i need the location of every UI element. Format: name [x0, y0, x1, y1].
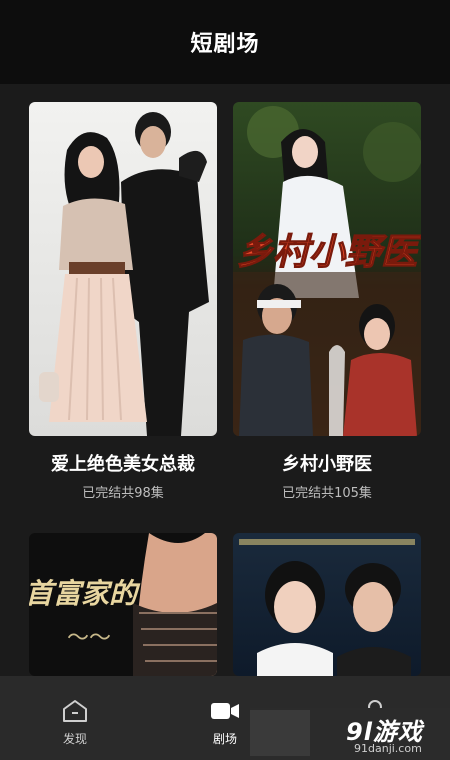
tab-discover[interactable]: 发现	[25, 676, 125, 760]
poster-title-text: 乡村小野医	[237, 232, 421, 273]
app-header: 短剧场	[0, 0, 450, 84]
watermark-logo-box	[250, 710, 310, 756]
drama-title: 乡村小野医	[282, 454, 372, 475]
video-camera-icon	[211, 703, 239, 719]
tab-label: 剧场	[212, 732, 237, 746]
drama-poster[interactable]: 乡村小野医	[233, 102, 421, 436]
drama-poster[interactable]: 首富家的 ～～	[29, 533, 217, 676]
site-watermark: 9l游戏 91danji.com	[250, 708, 450, 760]
drama-episode-status: 已完结共105集	[282, 486, 372, 501]
home-icon	[63, 700, 87, 722]
poster-title-text: 首富家的	[29, 577, 141, 610]
drama-card[interactable]: 首富家的 ～～	[29, 533, 217, 676]
drama-poster[interactable]	[29, 102, 217, 436]
drama-episode-status: 已完结共98集	[82, 486, 164, 501]
page-title: 短剧场	[190, 32, 260, 57]
svg-text:～～: ～～	[67, 626, 111, 651]
drama-card[interactable]: 爱上绝色美女总裁 已完结共98集	[29, 102, 217, 501]
drama-card[interactable]	[233, 533, 421, 676]
watermark-url: 91danji.com	[354, 742, 422, 755]
drama-card[interactable]: 乡村小野医 乡村小野医 已完结共105集	[233, 102, 421, 501]
drama-title: 爱上绝色美女总裁	[51, 454, 195, 475]
drama-poster[interactable]	[233, 533, 421, 676]
tab-label: 发现	[62, 732, 87, 746]
